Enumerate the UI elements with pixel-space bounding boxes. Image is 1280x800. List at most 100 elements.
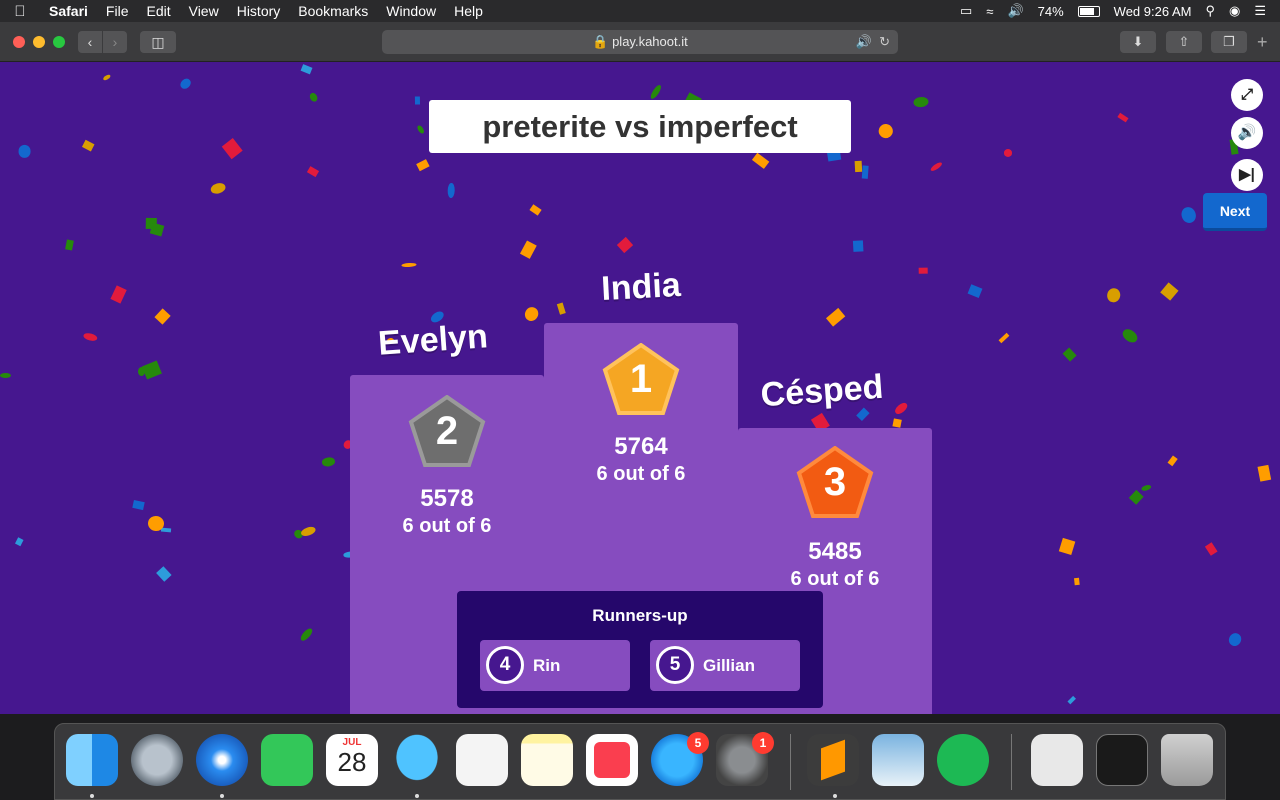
runners-up-panel: Runners-up 4 Rin 5 Gillian — [457, 591, 823, 708]
confetti-piece — [998, 332, 1010, 344]
notification-center-icon[interactable]: ☰ — [1254, 3, 1266, 19]
siri-icon[interactable]: ◉ — [1229, 3, 1240, 19]
sublime-text-icon[interactable] — [807, 734, 859, 786]
apple-menu-icon[interactable]:  — [0, 3, 40, 20]
fullscreen-icon[interactable]: ⤢ — [1231, 79, 1263, 111]
confetti-piece — [15, 537, 24, 547]
sublime-text-glyph — [821, 739, 845, 781]
runners-up-title: Runners-up — [592, 606, 688, 625]
dock: JUL 28 5 1 — [54, 723, 1226, 800]
calendar-icon[interactable]: JUL 28 — [326, 734, 378, 786]
reminders-icon[interactable] — [456, 734, 508, 786]
documents-stack-icon[interactable] — [1031, 734, 1083, 786]
gold-medal-icon: 1 — [602, 342, 680, 415]
confetti-piece — [400, 262, 417, 268]
menu-clock[interactable]: Wed 9:26 AM — [1114, 4, 1192, 19]
spotlight-search-icon[interactable]: ⚲ — [1205, 3, 1215, 19]
confetti-piece — [415, 124, 426, 136]
finder-icon[interactable] — [66, 734, 118, 786]
confetti-piece — [918, 267, 928, 274]
menu-view[interactable]: View — [180, 0, 228, 22]
confetti-piece — [854, 160, 863, 173]
confetti-piece — [308, 91, 320, 104]
confetti-piece — [1120, 326, 1140, 345]
confetti-piece — [1205, 542, 1218, 556]
confetti-piece — [1140, 483, 1152, 492]
confetti-piece — [649, 83, 663, 100]
news-icon[interactable] — [586, 734, 638, 786]
spotify-icon[interactable] — [937, 734, 989, 786]
menu-edit[interactable]: Edit — [137, 0, 179, 22]
launchpad-icon[interactable] — [131, 734, 183, 786]
tab-overview-button[interactable]: ❐ — [1211, 31, 1247, 53]
quiz-title: preterite vs imperfect — [429, 100, 851, 153]
confetti-piece — [178, 76, 193, 91]
confetti-piece — [617, 237, 634, 254]
preview-icon[interactable] — [872, 734, 924, 786]
running-indicator — [833, 794, 837, 798]
bronze-medal-icon: 3 — [796, 445, 874, 518]
battery-percent[interactable]: 74% — [1038, 4, 1064, 19]
menu-app-name[interactable]: Safari — [40, 0, 97, 22]
confetti-piece — [892, 418, 902, 428]
podium-2-name: Evelyn — [376, 317, 489, 363]
confetti-piece — [913, 96, 930, 109]
terminal-icon[interactable] — [1096, 734, 1148, 786]
confetti-piece — [1128, 489, 1144, 505]
sound-icon[interactable]: 🔊 — [1231, 117, 1263, 149]
confetti-piece — [529, 204, 542, 216]
confetti-piece — [876, 121, 896, 141]
confetti-piece — [1257, 464, 1272, 482]
battery-icon[interactable] — [1077, 5, 1100, 17]
confetti-piece — [1117, 112, 1129, 123]
podium-1-score: 5764 — [614, 433, 668, 460]
notes-icon[interactable] — [521, 734, 573, 786]
confetti-piece — [221, 138, 243, 160]
forward-button[interactable]: › — [103, 31, 127, 53]
confetti-piece — [0, 373, 11, 379]
news-icon-glyph — [594, 742, 630, 778]
downloads-button[interactable]: ⬇ — [1120, 31, 1156, 53]
confetti-piece — [520, 240, 537, 259]
menu-help[interactable]: Help — [445, 0, 492, 22]
airplay-icon[interactable]: ▭ — [960, 3, 972, 19]
runner-up-card: 4 Rin — [480, 640, 630, 691]
confetti-piece — [1106, 287, 1122, 304]
safari-icon[interactable] — [196, 734, 248, 786]
confetti-piece — [1062, 347, 1077, 362]
trash-icon[interactable] — [1161, 734, 1213, 786]
sidebar-toggle-icon[interactable]: ◫ — [140, 31, 176, 53]
close-window-button[interactable] — [13, 36, 25, 48]
running-indicator — [220, 794, 224, 798]
back-button[interactable]: ‹ — [78, 31, 102, 53]
menu-bookmarks[interactable]: Bookmarks — [289, 0, 377, 22]
wifi-icon[interactable]: ≈ — [986, 4, 993, 19]
reload-icon[interactable]: ↻ — [879, 30, 890, 54]
confetti-piece — [81, 139, 95, 152]
podium-1-name: India — [600, 265, 682, 309]
fullscreen-window-button[interactable] — [53, 36, 65, 48]
confetti-piece — [1004, 149, 1013, 157]
volume-icon[interactable]: 🔊 — [1007, 3, 1023, 19]
next-button[interactable]: Next — [1203, 193, 1267, 231]
confetti-piece — [110, 285, 127, 304]
new-tab-button[interactable]: + — [1257, 31, 1268, 53]
podium-3-score: 5485 — [808, 538, 862, 565]
confetti-piece — [856, 407, 870, 421]
share-button[interactable]: ⇧ — [1166, 31, 1202, 53]
address-bar[interactable]: 🔒 play.kahoot.it 🔊 ↻ — [382, 30, 898, 54]
facetime-icon[interactable] — [261, 734, 313, 786]
status-area: ▭ ≈ 🔊 74% Wed 9:26 AM ⚲ ◉ ☰ — [960, 3, 1280, 19]
runner-up-rank: 4 — [486, 646, 524, 684]
confetti-piece — [65, 239, 75, 251]
menu-history[interactable]: History — [228, 0, 290, 22]
minimize-window-button[interactable] — [33, 36, 45, 48]
skip-icon[interactable]: ▶| — [1231, 159, 1263, 191]
calendar-day: 28 — [337, 747, 367, 777]
menu-file[interactable]: File — [97, 0, 138, 22]
running-indicator — [90, 794, 94, 798]
runner-up-name: Rin — [533, 656, 561, 675]
menu-window[interactable]: Window — [377, 0, 445, 22]
messages-icon[interactable] — [391, 734, 443, 786]
tab-audio-icon[interactable]: 🔊 — [856, 30, 872, 54]
